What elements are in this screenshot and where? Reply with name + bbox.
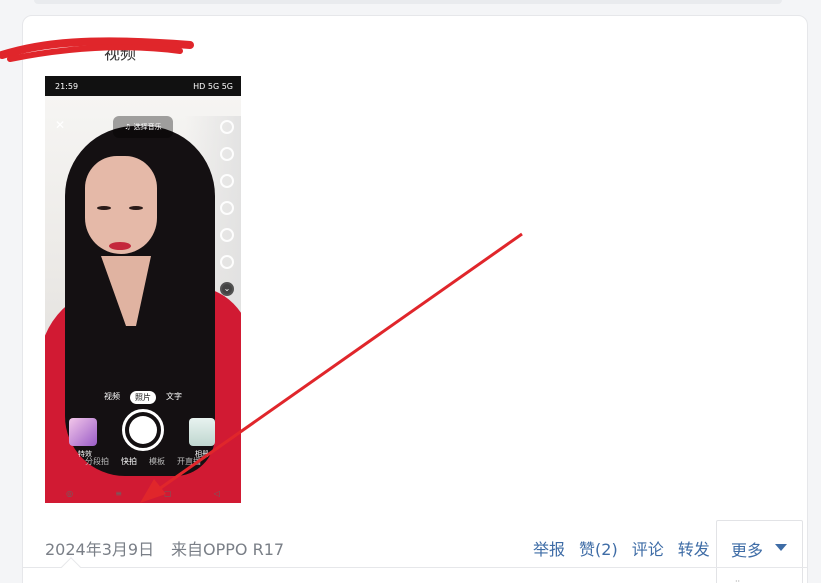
status-time: 21:59 [55, 82, 79, 91]
caret-down-icon [775, 544, 787, 551]
camera-preview: ♫ 选择音乐 ✕ ⌄ 视频 照片 文字 特效 相册 [45, 96, 241, 503]
post-source: 来自OPPO R17 [171, 540, 285, 559]
post-image[interactable]: 21:59 HD 5G 5G ♫ 选择音乐 ✕ ⌄ 视频 照片 文字 特效 相册… [45, 76, 241, 503]
mode-video[interactable]: 视频 [104, 391, 120, 404]
phone-status-bar: 21:59 HD 5G 5G [45, 76, 241, 96]
post-actions: 举报 赞(2) 评论 转发 [533, 536, 710, 560]
mode-photo[interactable]: 照片 [130, 391, 156, 404]
nav-circle-icon: ◎ [66, 488, 74, 498]
select-music-button[interactable]: ♫ 选择音乐 [113, 116, 173, 138]
repost-link[interactable]: 转发 [678, 536, 710, 560]
report-link[interactable]: 举报 [533, 536, 565, 560]
camera-bottom-tabs: 分段拍 快拍 模板 开直播 [45, 456, 241, 467]
nav-home-icon: ▢ [164, 488, 172, 498]
comment-link[interactable]: 评论 [632, 536, 664, 560]
divider [22, 567, 808, 568]
beauty-icon[interactable] [220, 228, 234, 242]
nav-back-icon: ◁ [213, 488, 220, 498]
tab-quick-shot[interactable]: 快拍 [121, 456, 137, 467]
album-thumbnail[interactable] [189, 418, 215, 446]
music-note-icon: ♫ [124, 123, 131, 131]
close-icon[interactable]: ✕ [55, 118, 65, 132]
tab-live[interactable]: 开直播 [177, 456, 201, 467]
like-link[interactable]: 赞(2) [579, 536, 618, 560]
chevron-down-icon[interactable]: ⌄ [220, 282, 234, 296]
effects-thumbnail[interactable] [69, 418, 97, 446]
filter-icon[interactable] [220, 255, 234, 269]
flip-camera-icon[interactable] [220, 120, 234, 134]
shutter-button[interactable] [122, 409, 164, 451]
post-footer: 2024年3月9日 来自OPPO R17 举报 赞(2) 评论 转发 [45, 536, 785, 560]
previous-card-edge [34, 0, 782, 4]
nav-menu-icon: ≡ [115, 488, 122, 498]
capture-mode-switch: 视频 照片 文字 [45, 391, 241, 404]
timer-icon[interactable] [220, 201, 234, 215]
mode-text[interactable]: 文字 [166, 391, 182, 404]
settings-icon[interactable] [220, 174, 234, 188]
flash-icon[interactable] [220, 147, 234, 161]
tab-template[interactable]: 模板 [149, 456, 165, 467]
dropdown-item-hint: ·· [735, 577, 741, 583]
phone-nav-bar: ◎ ≡ ▢ ◁ [45, 483, 241, 503]
redaction-scribble [0, 37, 194, 62]
page: 视频 21:59 HD 5G 5G ♫ 选择音乐 ✕ ⌄ 视频 照片 文字 特效… [0, 0, 821, 583]
more-button[interactable]: 更多 [731, 537, 763, 561]
more-dropdown[interactable]: 更多 ·· [716, 520, 803, 583]
status-signal: HD 5G 5G [193, 82, 233, 91]
tab-segment-shot[interactable]: 分段拍 [85, 456, 109, 467]
post-date[interactable]: 2024年3月9日 [45, 536, 154, 560]
camera-side-toolbar: ⌄ [220, 120, 236, 309]
face [85, 156, 157, 254]
